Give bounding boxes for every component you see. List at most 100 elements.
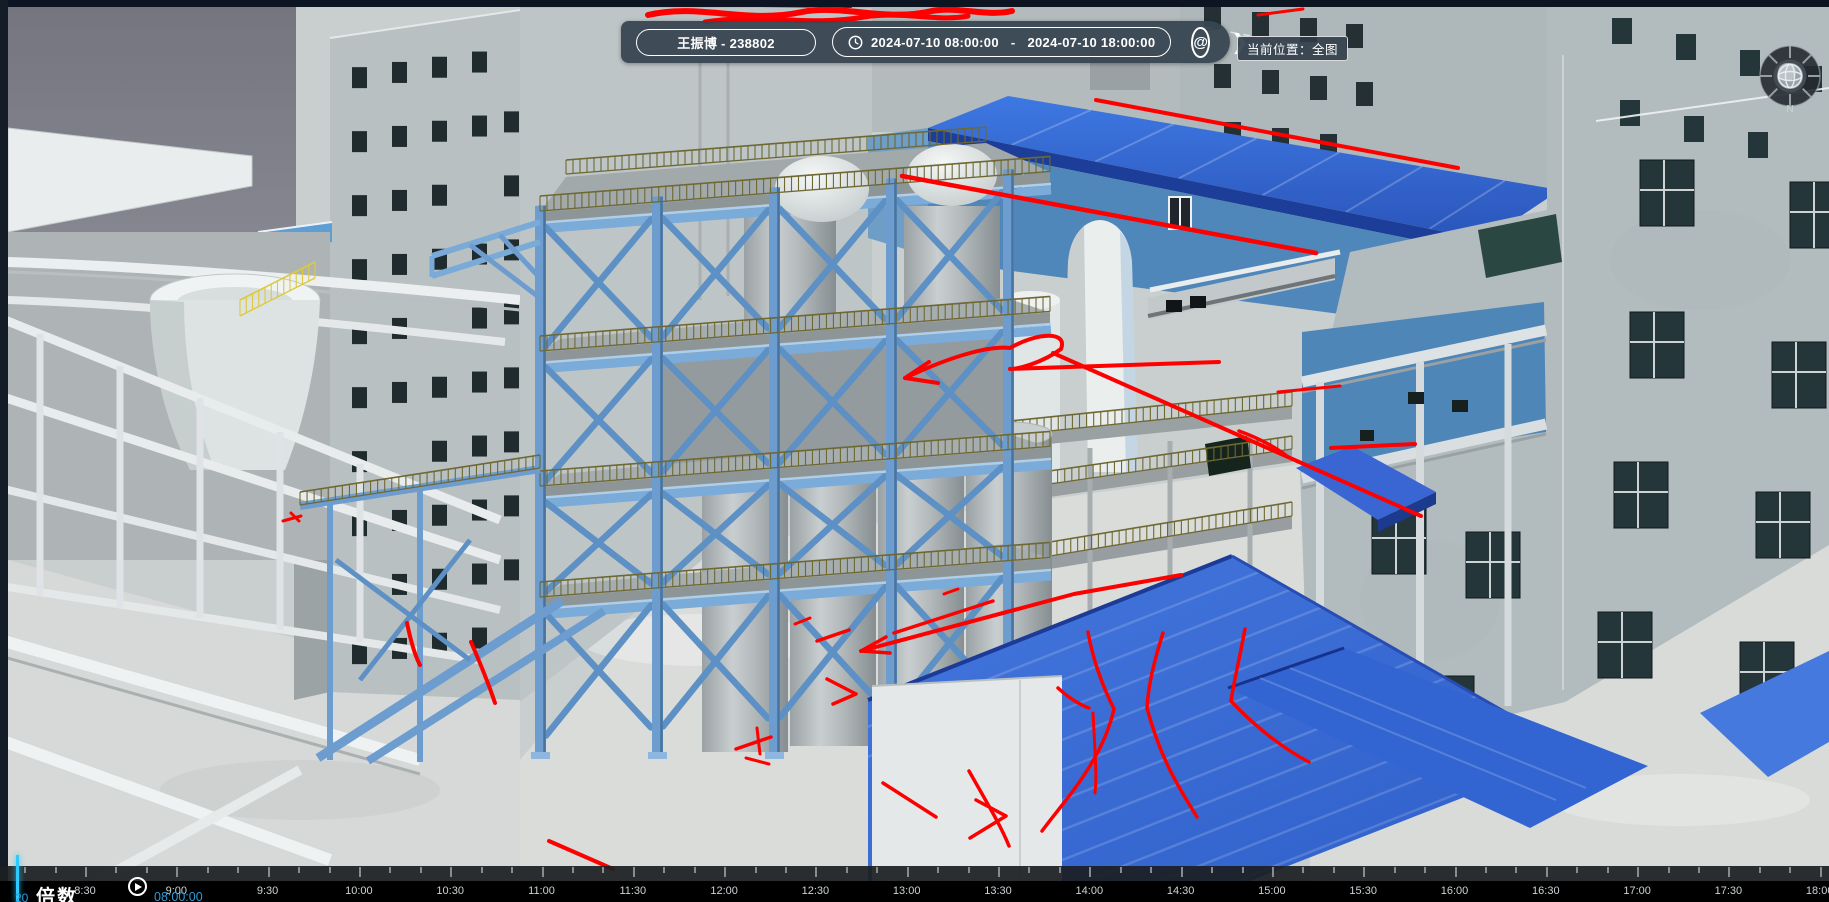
- timeline-tick: [1181, 867, 1183, 877]
- timeline-tick: [481, 867, 483, 873]
- timeline-tick: [1607, 867, 1609, 873]
- timeline-tick: [1546, 867, 1548, 877]
- timeline-tick: [55, 867, 57, 873]
- timeline-tick: [968, 867, 970, 873]
- speed-label[interactable]: 倍数: [36, 882, 78, 902]
- compass-north-label: N: [1786, 104, 1793, 114]
- timeline-tick: [694, 867, 696, 873]
- timeline-tick-label: 10:30: [436, 885, 464, 897]
- timeline-tick-label: 11:30: [619, 885, 646, 897]
- timeline-scrubber[interactable]: [0, 866, 1829, 881]
- timeline-labels: 8:309:009:3010:0010:3011:0011:3012:0012:…: [0, 881, 1829, 902]
- time-separator: -: [1011, 35, 1016, 50]
- navigation-gizmo[interactable]: N: [1754, 42, 1826, 114]
- timeline-tick: [1728, 867, 1730, 877]
- timeline-tick: [1089, 867, 1091, 877]
- timeline-tick-label: 17:00: [1623, 885, 1651, 897]
- timeline-tick: [1394, 867, 1396, 873]
- timeline-tick: [1576, 867, 1578, 873]
- timeline-tick-label: 14:00: [1076, 885, 1104, 897]
- timeline-tick: [755, 867, 757, 873]
- timeline-tick: [1120, 867, 1122, 873]
- scene-3d-viewport[interactable]: [0, 0, 1829, 902]
- timeline-tick-label: 12:00: [710, 885, 738, 897]
- timeline-tick-label: 16:00: [1441, 885, 1469, 897]
- timeline-tick: [1333, 867, 1335, 873]
- timeline-tick-label: 11:00: [528, 885, 555, 897]
- locate-button[interactable]: @: [1191, 27, 1210, 58]
- timeline-tick: [1668, 867, 1670, 873]
- play-icon: [135, 883, 142, 891]
- playhead-date-fragment: 20: [15, 891, 28, 902]
- time-range-picker[interactable]: 2024-07-10 08:00:00 - 2024-07-10 18:00:0…: [832, 27, 1171, 57]
- person-selector[interactable]: 王振博 - 238802: [636, 29, 816, 56]
- timeline-tick: [237, 867, 239, 873]
- timeline-tick: [1424, 867, 1426, 873]
- timeline-tick: [298, 867, 300, 873]
- timeline-tick: [1515, 867, 1517, 873]
- timeline-tick: [602, 867, 604, 873]
- timeline-tick: [846, 867, 848, 873]
- timeline-tick-label: 9:30: [257, 885, 278, 897]
- timeline-tick: [663, 867, 665, 873]
- timeline-tick: [1211, 867, 1213, 873]
- timeline-tick: [329, 867, 331, 873]
- timeline-tick: [359, 867, 361, 877]
- clock-icon: [848, 35, 863, 50]
- timeline-tick-label: 15:30: [1349, 885, 1377, 897]
- timeline-tick: [815, 867, 817, 877]
- timeline-tick-label: 14:30: [1167, 885, 1195, 897]
- timeline-tick: [937, 867, 939, 873]
- time-end: 2024-07-10 18:00:00: [1028, 35, 1156, 50]
- timeline-tick-label: 17:30: [1715, 885, 1743, 897]
- timeline-tick-label: 15:00: [1258, 885, 1286, 897]
- timeline-tick: [876, 867, 878, 873]
- playback-toolbar: 王振博 - 238802 2024-07-10 08:00:00 - 2024-…: [621, 21, 1230, 63]
- timeline-tick-label: 12:30: [802, 885, 830, 897]
- timeline-tick: [1455, 867, 1457, 877]
- timeline-tick-label: 13:00: [893, 885, 921, 897]
- timeline-tick: [1759, 867, 1761, 873]
- timeline-tick: [1363, 867, 1365, 877]
- timeline-tick: [1820, 867, 1822, 877]
- timeline-tick: [1485, 867, 1487, 873]
- timeline-tick: [998, 867, 1000, 877]
- timeline-tick-label: 13:30: [984, 885, 1012, 897]
- timeline-tick: [724, 867, 726, 877]
- timeline-tick: [389, 867, 391, 873]
- timeline-tick-label: 18:00: [1806, 885, 1829, 897]
- timeline-tick: [1242, 867, 1244, 873]
- timeline-tick: [633, 867, 635, 877]
- timeline-tick: [1059, 867, 1061, 873]
- timeline-tick: [542, 867, 544, 877]
- timeline-tick: [511, 867, 513, 873]
- playhead-time: 08:00:00: [154, 890, 203, 902]
- timeline-tick: [420, 867, 422, 873]
- timeline-tick: [1150, 867, 1152, 873]
- at-circle-icon: @: [1193, 34, 1208, 51]
- timeline-tick: [907, 867, 909, 877]
- timeline-tick: [24, 867, 26, 873]
- timeline-tick: [1272, 867, 1274, 877]
- timeline-tick: [1789, 867, 1791, 873]
- timeline-tick: [1698, 867, 1700, 873]
- timeline-tick: [115, 867, 117, 873]
- trajectory-playback-app: 王振博 - 238802 2024-07-10 08:00:00 - 2024-…: [0, 0, 1829, 902]
- person-label: 王振博 - 238802: [677, 33, 775, 52]
- timeline-tick: [207, 867, 209, 873]
- timeline-tick: [785, 867, 787, 873]
- timeline-tick: [176, 867, 178, 877]
- timeline-tick: [1637, 867, 1639, 877]
- timeline-tick-label: 16:30: [1532, 885, 1560, 897]
- timeline-tick: [572, 867, 574, 873]
- play-button[interactable]: [128, 877, 147, 896]
- timeline-tick: [268, 867, 270, 877]
- time-start: 2024-07-10 08:00:00: [871, 35, 999, 50]
- timeline-tick-label: 10:00: [345, 885, 373, 897]
- timeline-tick: [450, 867, 452, 877]
- timeline-tick: [1302, 867, 1304, 873]
- timeline-tick: [1028, 867, 1030, 873]
- location-badge: 当前位置：全图: [1237, 36, 1348, 61]
- timeline-tick: [85, 867, 87, 877]
- timeline-tick: [146, 867, 148, 873]
